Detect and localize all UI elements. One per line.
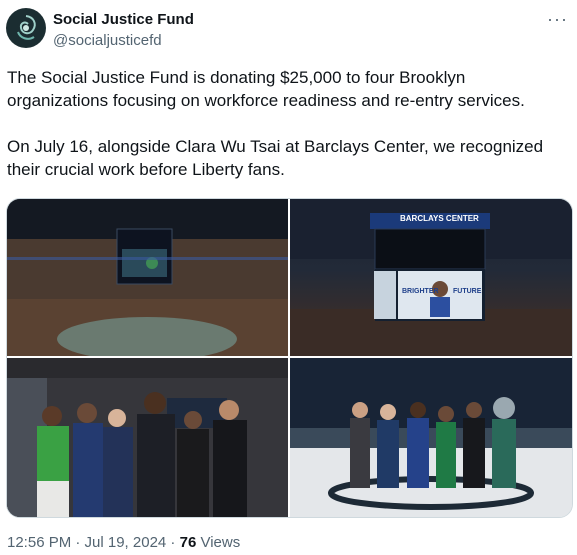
photo-arena-overview[interactable]: [7, 199, 288, 356]
views-count: 76: [179, 534, 197, 551]
fund-logo-icon: [7, 9, 45, 47]
media-grid: BARCLAYS CENTER BRIGHTER FUTURE: [6, 198, 573, 518]
account-handle[interactable]: @socialjusticefd: [53, 32, 162, 49]
views-label: Views: [196, 534, 241, 551]
tweet-meta: 12:56 PM · Jul 19, 2024 · 76 Views: [7, 534, 240, 551]
scoreboard-label: BARCLAYS CENTER: [400, 214, 479, 223]
account-name[interactable]: Social Justice Fund: [53, 11, 194, 28]
screen-text-right: FUTURE: [453, 288, 482, 295]
tweet-paragraph: The Social Justice Fund is donating $25,…: [7, 68, 525, 110]
tweet-paragraph: On July 16, alongside Clara Wu Tsai at B…: [7, 137, 544, 179]
photo-scoreboard[interactable]: BARCLAYS CENTER BRIGHTER FUTURE: [290, 199, 572, 356]
screen-text-left: BRIGHTER: [402, 288, 439, 295]
photo-group-indoor[interactable]: [7, 358, 288, 517]
tweet-text: The Social Justice Fund is donating $25,…: [7, 66, 567, 181]
avatar[interactable]: [6, 8, 46, 48]
timestamp[interactable]: 12:56 PM · Jul 19, 2024 ·: [7, 534, 180, 551]
more-icon[interactable]: ···: [547, 9, 568, 30]
photo-group-court[interactable]: [290, 358, 572, 517]
